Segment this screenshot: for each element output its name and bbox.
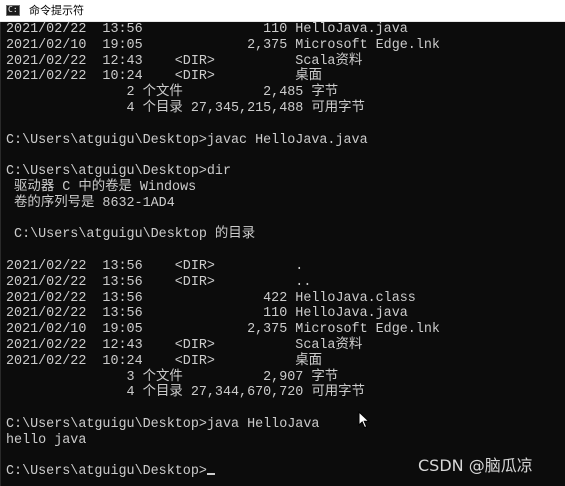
console-line: 2 个文件 2,485 字节 xyxy=(6,85,339,101)
console-line: 2021/02/22 10:24 <DIR> 桌面 xyxy=(6,353,323,369)
window-title: 命令提示符 xyxy=(29,4,84,17)
console-line: 4 个目录 27,345,215,488 可用字节 xyxy=(6,100,365,116)
console-line: 2021/02/22 13:56 110 HelloJava.java xyxy=(6,22,408,37)
mouse-pointer-icon xyxy=(358,411,370,429)
console-line: 2021/02/22 13:56 <DIR> . xyxy=(6,258,304,274)
console-line: hello java xyxy=(6,432,87,448)
console-line: 2021/02/22 12:43 <DIR> Scala资料 xyxy=(6,53,363,69)
console-line: 2021/02/22 13:56 422 HelloJava.class xyxy=(6,290,416,306)
cmd-window: C: 命令提示符 2021/02/22 13:56 110 HelloJava.… xyxy=(0,0,565,486)
console-line: 2021/02/22 10:24 <DIR> 桌面 xyxy=(6,69,323,85)
window-left-border xyxy=(0,22,1,486)
console-line: 4 个目录 27,344,670,720 可用字节 xyxy=(6,385,365,401)
console-line: 驱动器 C 中的卷是 Windows xyxy=(6,179,197,195)
console-line: 2021/02/10 19:05 2,375 Microsoft Edge.ln… xyxy=(6,322,440,338)
title-bar[interactable]: C: 命令提示符 xyxy=(0,0,565,22)
console-line: 卷的序列号是 8632-1AD4 xyxy=(6,195,175,211)
console-line: C:\Users\atguigu\Desktop>dir xyxy=(6,164,231,180)
console-icon: C: xyxy=(6,5,20,16)
console-line: C:\Users\atguigu\Desktop>javac HelloJava… xyxy=(6,132,368,148)
console-output[interactable]: 2021/02/22 13:56 110 HelloJava.java 2021/… xyxy=(6,22,554,486)
text-cursor xyxy=(206,473,215,476)
console-line: C:\Users\atguigu\Desktop 的目录 xyxy=(6,227,256,243)
console-line: C:\Users\atguigu\Desktop>java HelloJava xyxy=(6,416,320,432)
console-line: 3 个文件 2,907 字节 xyxy=(6,369,339,385)
console-line: 2021/02/22 12:43 <DIR> Scala资料 xyxy=(6,337,363,353)
vertical-scrollbar[interactable] xyxy=(554,22,565,486)
console-line: 2021/02/22 13:56 110 HelloJava.java xyxy=(6,306,408,322)
console-line: 2021/02/10 19:05 2,375 Microsoft Edge.ln… xyxy=(6,37,440,53)
console-line: 2021/02/22 13:56 <DIR> .. xyxy=(6,274,312,290)
csdn-watermark: CSDN @脑瓜凉 xyxy=(418,456,533,475)
